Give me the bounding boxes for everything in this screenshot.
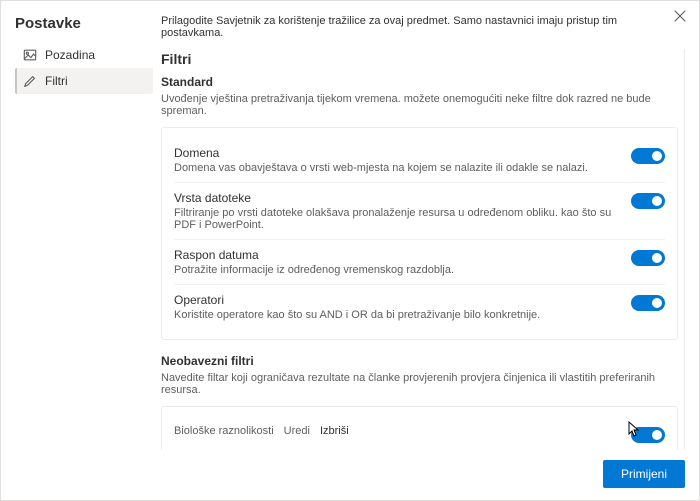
settings-dialog: Postavke Pozadina Filtri Prilagodite Sav…: [0, 0, 700, 501]
close-icon: [673, 9, 687, 23]
standard-filters-card: Domena Domena vas obavještava o vrsti we…: [161, 127, 678, 340]
section-heading-optional: Neobavezni filtri: [161, 354, 678, 368]
section-heading-standard: Standard: [161, 75, 678, 89]
dialog-footer: Primijeni: [1, 450, 699, 500]
dialog-subtitle: Prilagodite Savjetnik za korištenje traž…: [161, 15, 685, 39]
filter-desc: Filtriranje po vrsti datoteke olakšava p…: [174, 207, 631, 231]
pencil-icon: [23, 74, 37, 88]
sidebar-item-label: Pozadina: [45, 48, 95, 62]
toggle-domena[interactable]: [631, 148, 665, 164]
section-desc-standard: Uvođenje vještina pretraživanja tijekom …: [161, 93, 678, 117]
sidebar-item-filtri[interactable]: Filtri: [15, 68, 153, 94]
toggle-operatori[interactable]: [631, 295, 665, 311]
filter-title: Raspon datuma: [174, 248, 259, 262]
toggle-raspon-datuma[interactable]: [631, 250, 665, 266]
close-button[interactable]: [673, 9, 689, 25]
filter-title: Domena: [174, 146, 219, 160]
sidebar: Postavke Pozadina Filtri: [1, 1, 153, 450]
toggle-bioloske[interactable]: [631, 427, 665, 443]
edit-link[interactable]: Uredi: [284, 425, 310, 437]
filter-row-domena: Domena Domena vas obavještava o vrsti we…: [174, 138, 665, 183]
delete-link[interactable]: Izbriši: [320, 425, 349, 437]
sidebar-item-pozadina[interactable]: Pozadina: [15, 42, 153, 68]
filter-row-bioloske: Biološke raznolikosti Uredi Izbriši: [174, 417, 665, 450]
section-heading-filtri: Filtri: [161, 51, 678, 67]
sidebar-item-label: Filtri: [45, 74, 68, 88]
image-icon: [23, 48, 37, 62]
main-panel: Prilagodite Savjetnik za korištenje traž…: [153, 1, 699, 450]
filter-title: Biološke raznolikosti: [174, 425, 274, 437]
scroll-area[interactable]: Filtri Standard Uvođenje vještina pretra…: [161, 49, 685, 450]
filter-row-vrsta-datoteke: Vrsta datoteke Filtriranje po vrsti dato…: [174, 183, 665, 240]
filter-row-raspon-datuma: Raspon datuma Potražite informacije iz o…: [174, 240, 665, 285]
toggle-vrsta-datoteke[interactable]: [631, 193, 665, 209]
filter-desc: Domena vas obavještava o vrsti web-mjest…: [174, 162, 631, 174]
section-desc-optional: Navedite filtar koji ograničava rezultat…: [161, 372, 678, 396]
filter-title: Operatori: [174, 293, 224, 307]
filter-desc: Potražite informacije iz određenog vreme…: [174, 264, 631, 276]
filter-title: Vrsta datoteke: [174, 191, 251, 205]
optional-filters-card: Biološke raznolikosti Uredi Izbriši: [161, 406, 678, 450]
filter-row-operatori: Operatori Koristite operatore kao što su…: [174, 285, 665, 329]
dialog-title: Postavke: [15, 15, 153, 32]
filter-desc: Koristite operatore kao što su AND i OR …: [174, 309, 631, 321]
apply-button[interactable]: Primijeni: [603, 460, 685, 488]
